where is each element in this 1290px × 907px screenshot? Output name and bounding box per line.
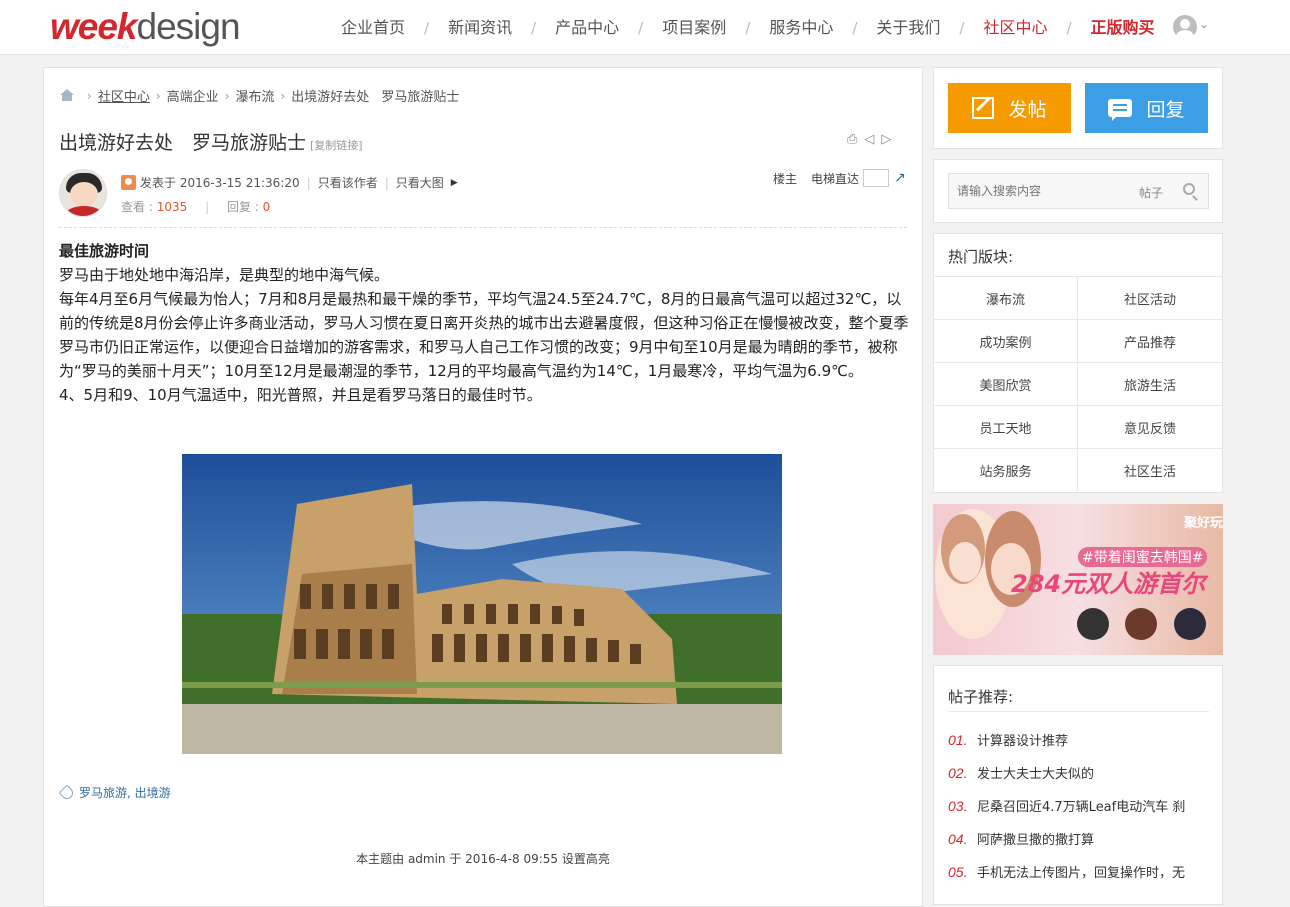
board-link[interactable]: 瀑布流 [934,276,1078,319]
highlight-note: 本主题由 admin 于 2016-4-8 09:55 设置高亮 [356,852,610,866]
next-icon[interactable]: ▷ [881,132,891,147]
board-link[interactable]: 社区生活 [1078,448,1222,491]
chevron-right-icon: › [155,88,161,103]
copy-link[interactable]: [复制链接] [310,139,363,152]
breadcrumb-item-enterprise[interactable]: 高端企业 [167,86,219,105]
board-link[interactable]: 旅游生活 [1078,362,1222,405]
reply-button[interactable]: 回复 [1085,83,1208,133]
nav-item-home[interactable]: 企业首页 [322,0,424,55]
breadcrumb-item-travel[interactable]: 出境游好去处 [291,86,369,105]
recommend-item[interactable]: 01. 计算器设计推荐 [948,723,1216,756]
tag-icon [58,784,76,801]
divider [59,227,907,228]
search-scope-select[interactable]: 帖子 [1139,184,1163,201]
new-post-button[interactable]: 发帖 [948,83,1071,133]
nav-item-about[interactable]: 关于我们 [857,0,959,55]
replies-count: 0 [262,200,271,214]
post-stats: 查看 : 1035 | 回复 : 0 [121,200,271,214]
board-link[interactable]: 产品推荐 [1078,319,1222,362]
nav-item-community[interactable]: 社区中心 [964,0,1066,55]
chevron-right-icon: › [224,88,230,103]
nav-item-news[interactable]: 新闻资讯 [429,0,531,55]
recommend-item[interactable]: 03. 尼桑召回近4.7万辆Leaf电动汽车 刹 [948,789,1216,822]
post-body: 最佳旅游时间 罗马由于地处地中海沿岸，是典型的地中海气候。 每年4月至6月气候最… [59,239,909,407]
ad-headline: 284元双人游首尔 [1011,570,1206,598]
board-link[interactable]: 意见反馈 [1078,405,1222,448]
author-avatar[interactable] [59,169,107,217]
recommend-list: 01. 计算器设计推荐 02. 发士大夫士大夫似的 03. 尼桑召回近4.7万辆Lea… [948,723,1216,888]
post-paragraph: 罗马由于地处地中海沿岸，是典型的地中海气候。 [59,266,390,284]
search-input[interactable] [949,174,1129,208]
chevron-right-icon: › [280,88,286,103]
main-nav: 企业首页 / 新闻资讯 / 产品中心 / 项目案例 / 服务中心 / 关于我们 … [322,0,1174,55]
nav-item-cases[interactable]: 项目案例 [643,0,745,55]
nav-item-products[interactable]: 产品中心 [536,0,638,55]
nav-item-service[interactable]: 服务中心 [750,0,852,55]
recommend-item[interactable]: 05. 手机无法上传图片，回复操作时，无 [948,855,1216,888]
hot-boards-panel: 热门版块: 瀑布流 社区活动 成功案例 产品推荐 美图欣赏 旅游生活 员工天地 … [933,233,1223,493]
user-avatar-icon[interactable] [1173,15,1197,39]
chevron-down-icon[interactable]: ⌄ [1199,17,1209,31]
post-title: 出境游好去处 罗马旅游贴士 [复制链接] [59,132,363,154]
board-link[interactable]: 社区活动 [1078,276,1222,319]
colosseum-photo[interactable] [182,454,782,754]
home-icon[interactable] [59,89,75,102]
chat-icon [1108,99,1133,121]
top-header: weekdesign 企业首页 / 新闻资讯 / 产品中心 / 项目案例 / 服… [0,0,1290,55]
breadcrumb-current: 罗马旅游贴士 [381,90,460,105]
post-tags: 罗马旅游, 出境游 [58,784,171,801]
post-tools: ⎙ ◁ ▷ [847,132,891,147]
search-panel: 帖子 [933,159,1223,223]
previous-icon[interactable]: ◁ [864,132,874,147]
breadcrumb-item-community[interactable]: 社区中心 [98,86,150,105]
triangle-right-icon[interactable]: ▶ [451,178,458,188]
breadcrumb-item-waterfall[interactable]: 瀑布流 [235,86,274,105]
ad-brand: 聚好玩 [1184,516,1223,531]
floor-owner-label: 楼主 [773,171,798,186]
action-panel: 发帖 回复 [933,67,1223,149]
edit-icon [972,97,995,119]
recommend-panel: 帖子推荐: 01. 计算器设计推荐 02. 发士大夫士大夫似的 03. 尼桑召回近4.… [933,665,1223,905]
hot-boards-grid: 瀑布流 社区活动 成功案例 产品推荐 美图欣赏 旅游生活 员工天地 意见反馈 站… [934,276,1222,491]
floor-number-input[interactable] [863,169,890,187]
board-link[interactable]: 成功案例 [934,319,1078,362]
recommend-item[interactable]: 04. 阿萨撒旦撒的撒打算 [948,822,1216,855]
search-box: 帖子 [948,173,1209,209]
board-link[interactable]: 站务服务 [934,448,1078,491]
only-author-link[interactable]: 只看该作者 [318,174,378,191]
views-count: 1035 [156,200,188,214]
board-link[interactable]: 美图欣赏 [934,362,1078,405]
post-container: › 社区中心 › 高端企业 › 瀑布流 › 出境游好去处 罗马旅游贴士 出境游好… [43,67,923,907]
site-logo[interactable]: weekdesign [50,7,241,47]
post-heading: 最佳旅游时间 [59,242,150,260]
jump-icon[interactable]: ↗ [894,170,906,186]
post-paragraph: 每年4月至6月气候最为怡人；7月和8月是最热和最干燥的季节，平均气温24.5至2… [59,290,909,380]
floor-controls: 楼主 电梯直达 ↗ [773,169,906,187]
divider [948,711,1209,712]
breadcrumb: › 社区中心 › 高端企业 › 瀑布流 › 出境游好去处 罗马旅游贴士 [59,86,459,105]
recommend-item[interactable]: 02. 发士大夫士大夫似的 [948,756,1216,789]
print-icon[interactable]: ⎙ [847,132,857,147]
author-badge-icon [121,175,136,190]
posted-time: 发表于 2016-3-15 21:36:20 [140,176,300,190]
board-link[interactable]: 员工天地 [934,405,1078,448]
post-paragraph: 4、5月和9、10月气温适中，阳光普照，并且是看罗马落日的最佳时节。 [59,386,542,404]
post-meta: 发表于 2016-3-15 21:36:20 | 只看该作者 | 只看大图 ▶ [121,174,458,191]
nav-item-buy[interactable]: 正版购买 [1072,0,1174,55]
elevator-label: 电梯直达 [811,171,860,186]
search-icon[interactable] [1183,183,1195,195]
tag-list[interactable]: 罗马旅游, 出境游 [79,784,171,801]
only-big-image-link[interactable]: 只看大图 [396,174,444,191]
recommend-title: 帖子推荐: [948,688,1014,706]
hot-boards-title: 热门版块: [948,248,1014,266]
chevron-right-icon: › [87,88,92,103]
ad-banner[interactable]: 聚好玩 #带着闺蜜去韩国# 284元双人游首尔 [933,504,1223,655]
